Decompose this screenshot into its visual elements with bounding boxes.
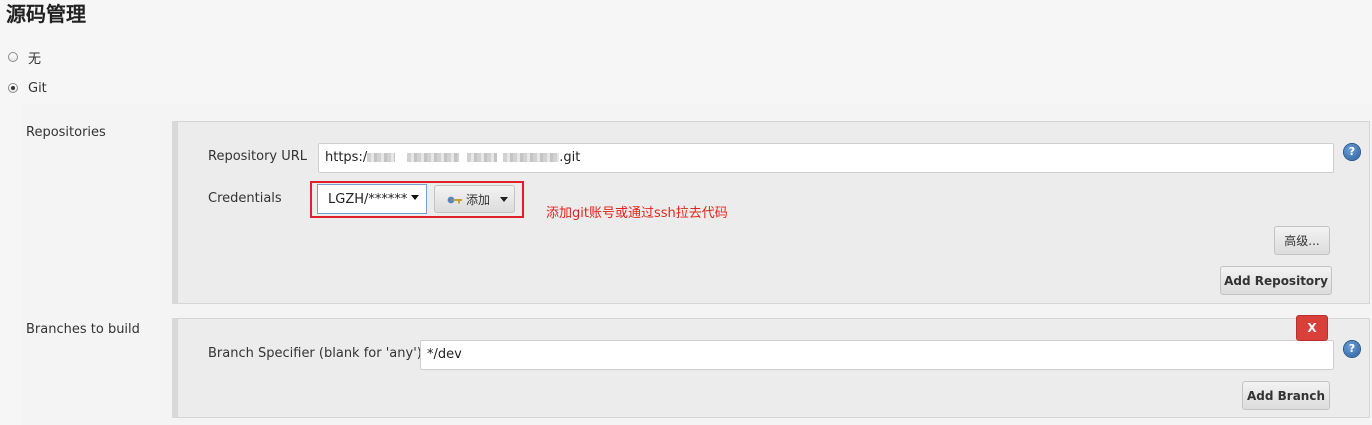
branches-label: Branches to build <box>26 322 140 337</box>
repositories-label: Repositories <box>26 125 106 140</box>
advanced-button[interactable]: 高级... <box>1274 226 1330 255</box>
scm-option-none[interactable]: 无 <box>8 48 42 67</box>
scm-option-none-label: 无 <box>28 51 42 67</box>
credentials-label: Credentials <box>208 191 282 206</box>
repository-url-label: Repository URL <box>208 149 308 164</box>
branch-specifier-label: Branch Specifier (blank for 'any') <box>208 346 422 361</box>
annotation-text: 添加git账号或通过ssh拉去代码 <box>546 206 728 221</box>
repository-url-input[interactable]: https:/ .git <box>318 143 1334 173</box>
add-repository-button[interactable]: Add Repository <box>1220 266 1332 295</box>
branch-panel: Branch Specifier (blank for 'any') */dev… <box>172 318 1370 418</box>
redacted-url-part <box>407 153 460 162</box>
highlight-box <box>310 181 524 218</box>
add-branch-button[interactable]: Add Branch <box>1242 381 1330 410</box>
redacted-url-part <box>467 153 498 162</box>
radio-git[interactable] <box>8 83 18 93</box>
section-title: 源码管理 <box>6 2 86 26</box>
help-icon[interactable]: ? <box>1344 341 1360 357</box>
delete-branch-button[interactable]: X <box>1296 315 1328 341</box>
redacted-url-part <box>367 153 396 162</box>
radio-none[interactable] <box>8 52 18 62</box>
scm-option-git[interactable]: Git <box>8 79 47 97</box>
redacted-url-part <box>503 153 560 162</box>
repository-url-suffix: .git <box>559 150 581 165</box>
repository-url-prefix: https:/ <box>325 150 368 165</box>
branch-specifier-input[interactable]: */dev <box>420 340 1334 370</box>
help-icon[interactable]: ? <box>1344 144 1360 160</box>
scm-option-git-label: Git <box>28 80 47 96</box>
